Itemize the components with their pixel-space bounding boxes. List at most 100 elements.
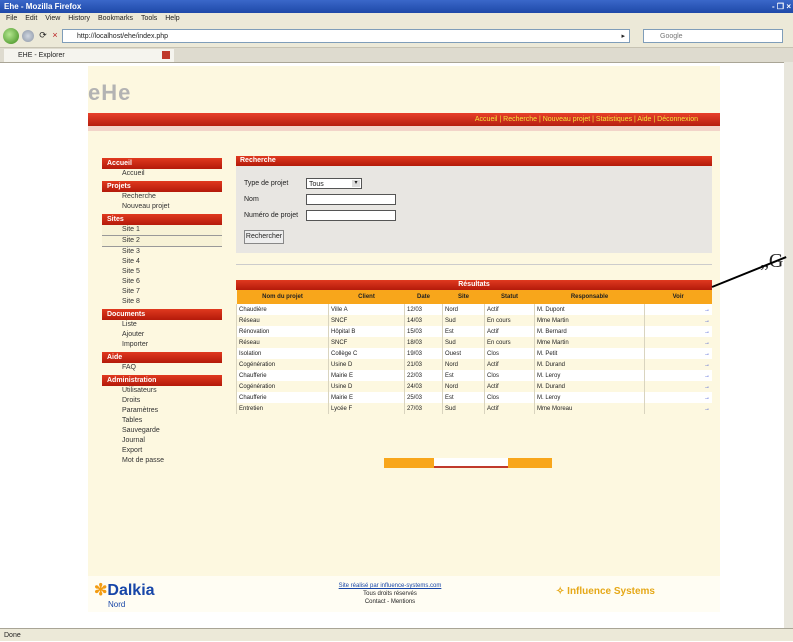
table-row[interactable]: Réseau SNCF 14/03 Sud En cours Mme Martin →	[236, 315, 712, 326]
view-arrow-icon[interactable]: →	[644, 326, 712, 337]
project-type-select[interactable]: Tous ▾	[306, 178, 362, 189]
table-row[interactable]: Chaudière Ville A 12/03 Nord Actif M. Dupont →	[236, 304, 712, 315]
col-manager[interactable]: Responsable	[534, 290, 645, 304]
table-cell: 12/03	[404, 304, 443, 315]
sidebar-item[interactable]: Accueil	[102, 169, 222, 179]
col-status[interactable]: Statut	[484, 290, 535, 304]
table-cell: M. Petit	[534, 348, 645, 359]
topnav-shadow	[88, 126, 720, 131]
sidebar-item[interactable]: Site 4	[102, 257, 222, 267]
menu-edit[interactable]: Edit	[25, 15, 37, 22]
table-row[interactable]: Réseau SNCF 18/03 Sud En cours Mme Martin →	[236, 337, 712, 348]
table-row[interactable]: Chaufferie Mairie E 22/03 Est Clos M. Leroy →	[236, 370, 712, 381]
chevron-down-icon[interactable]: ▾	[352, 180, 360, 187]
forward-button[interactable]	[22, 30, 34, 42]
sidebar-item[interactable]: Importer	[102, 340, 222, 350]
dalkia-logo[interactable]: ✻Dalkia	[94, 580, 155, 600]
influence-systems-logo[interactable]: ✧ Influence Systems	[556, 586, 655, 597]
table-cell: Usine D	[328, 359, 405, 370]
col-date[interactable]: Date	[404, 290, 443, 304]
sidebar-item[interactable]: Nouveau projet	[102, 202, 222, 212]
tab-main[interactable]: EHE - Explorer	[4, 49, 174, 62]
view-arrow-icon[interactable]: →	[644, 359, 712, 370]
stop-icon[interactable]: ×	[50, 30, 60, 40]
table-cell: Cogénération	[236, 381, 329, 392]
sidebar-item[interactable]: Sauvegarde	[102, 426, 222, 436]
sidebar-item[interactable]: Site 5	[102, 267, 222, 277]
sidebar-item[interactable]: Site 1	[102, 225, 222, 236]
influence-text: Influence Systems	[567, 586, 655, 597]
sidebar-item[interactable]: Droits	[102, 396, 222, 406]
sidebar-item[interactable]: Site 8	[102, 297, 222, 307]
go-icon[interactable]: ▸	[621, 30, 625, 44]
table-cell: Mairie E	[328, 392, 405, 403]
name-input[interactable]	[306, 194, 396, 205]
table-cell: Hôpital B	[328, 326, 405, 337]
pagination[interactable]	[384, 458, 552, 468]
col-project[interactable]: Nom du projet	[236, 290, 329, 304]
view-arrow-icon[interactable]: →	[644, 348, 712, 359]
sidebar-item[interactable]: Ajouter	[102, 330, 222, 340]
address-bar[interactable]: http://localhost/ehe/index.php ▸	[62, 29, 630, 43]
table-cell: 21/03	[404, 359, 443, 370]
view-arrow-icon[interactable]: →	[644, 392, 712, 403]
table-row[interactable]: Isolation Collège C 19/03 Ouest Clos M. Petit…	[236, 348, 712, 359]
search-panel-title: Recherche	[236, 156, 712, 166]
sidebar-item[interactable]: Mot de passe	[102, 456, 222, 466]
sidebar-item[interactable]: Site 7	[102, 287, 222, 297]
back-button[interactable]	[3, 28, 19, 44]
view-arrow-icon[interactable]: →	[644, 304, 712, 315]
table-cell: Nord	[442, 381, 485, 392]
table-cell: M. Durand	[534, 359, 645, 370]
pagination-current[interactable]	[434, 458, 508, 468]
site-logo[interactable]: eHe	[88, 80, 131, 106]
col-site[interactable]: Site	[442, 290, 485, 304]
table-cell: Mairie E	[328, 370, 405, 381]
sun-icon: ✻	[94, 582, 108, 599]
table-row[interactable]: Rénovation Hôpital B 15/03 Est Actif M. Berna…	[236, 326, 712, 337]
menu-view[interactable]: View	[45, 15, 60, 22]
menu-help[interactable]: Help	[165, 15, 179, 22]
view-arrow-icon[interactable]: →	[644, 337, 712, 348]
sidebar-item[interactable]: Utilisateurs	[102, 386, 222, 396]
table-row[interactable]: Cogénération Usine D 24/03 Nord Actif M. Dura…	[236, 381, 712, 392]
view-arrow-icon[interactable]: →	[644, 315, 712, 326]
sidebar-item[interactable]: Journal	[102, 436, 222, 446]
table-cell: Est	[442, 392, 485, 403]
sidebar-item[interactable]: Site 2	[102, 236, 222, 247]
search-button[interactable]: Rechercher	[244, 230, 284, 244]
sidebar-item[interactable]: Site 3	[102, 247, 222, 257]
search-box[interactable]: Google	[643, 29, 783, 43]
project-number-input[interactable]	[306, 210, 396, 221]
footer-line2: Tous droits réservés	[363, 591, 417, 597]
sidebar-item[interactable]: FAQ	[102, 363, 222, 373]
sidebar-item[interactable]: Liste	[102, 320, 222, 330]
table-cell: Mme Moreau	[534, 403, 645, 414]
vertical-scrollbar[interactable]	[784, 62, 793, 628]
table-row[interactable]: Cogénération Usine D 21/03 Nord Actif M. Dura…	[236, 359, 712, 370]
sidebar-item[interactable]: Tables	[102, 416, 222, 426]
sidebar-item[interactable]: Export	[102, 446, 222, 456]
table-cell: Actif	[484, 403, 535, 414]
footer: ✻Dalkia Nord Site réalisé par influence-…	[88, 576, 720, 612]
menu-tools[interactable]: Tools	[141, 15, 157, 22]
view-arrow-icon[interactable]: →	[644, 403, 712, 414]
menu-bookmarks[interactable]: Bookmarks	[98, 15, 133, 22]
table-cell: M. Leroy	[534, 370, 645, 381]
table-cell: Ouest	[442, 348, 485, 359]
menu-history[interactable]: History	[68, 15, 90, 22]
sidebar-item[interactable]: Paramètres	[102, 406, 222, 416]
footer-link[interactable]: Site réalisé par influence-systems.com	[300, 582, 480, 590]
table-row[interactable]: Entretien Lycée F 27/03 Sud Actif Mme Moreau →	[236, 403, 712, 414]
view-arrow-icon[interactable]: →	[644, 381, 712, 392]
sidebar-item[interactable]: Recherche	[102, 192, 222, 202]
reload-icon[interactable]: ⟳	[38, 30, 48, 40]
tab-close-icon[interactable]	[162, 51, 170, 59]
table-row[interactable]: Chaufferie Mairie E 25/03 Est Clos M. Leroy →	[236, 392, 712, 403]
col-client[interactable]: Client	[328, 290, 405, 304]
top-navigation[interactable]: Accueil | Recherche | Nouveau projet | S…	[88, 113, 720, 126]
sidebar-item[interactable]: Site 6	[102, 277, 222, 287]
window-controls[interactable]: - ❐ ×	[772, 0, 791, 13]
menu-file[interactable]: File	[6, 15, 17, 22]
view-arrow-icon[interactable]: →	[644, 370, 712, 381]
